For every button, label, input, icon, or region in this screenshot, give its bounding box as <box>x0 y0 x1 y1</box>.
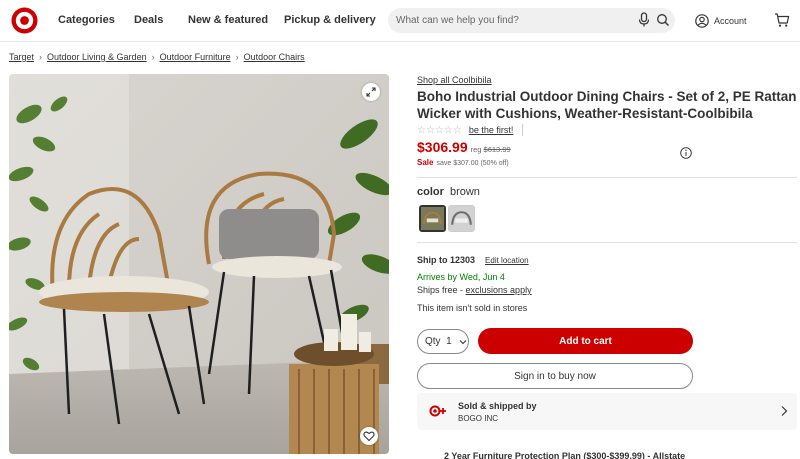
savings-text: save $307.00 (50% off) <box>436 160 509 167</box>
account-button[interactable]: Account <box>695 12 747 30</box>
sale-row: Sale save $307.00 (50% off) <box>417 158 509 167</box>
nav-new-featured[interactable]: New & featured <box>188 14 268 26</box>
divider <box>417 242 797 243</box>
chevron-right-icon <box>781 406 788 416</box>
target-plus-icon <box>429 405 446 417</box>
rating-row: ☆☆☆☆☆ be the first! <box>417 124 524 136</box>
microphone-icon[interactable] <box>637 12 651 28</box>
be-first-review-link[interactable]: be the first! <box>469 125 514 135</box>
chevron-right-icon: › <box>39 52 43 62</box>
info-icon[interactable] <box>680 147 692 159</box>
account-label: Account <box>714 16 747 26</box>
breadcrumb-target[interactable]: Target <box>9 52 34 62</box>
color-label: color <box>417 186 444 198</box>
swatch-brown[interactable] <box>419 205 446 232</box>
breadcrumb-outdoor-chairs[interactable]: Outdoor Chairs <box>244 52 305 62</box>
sign-in-button[interactable]: Sign in to buy now <box>417 363 693 389</box>
ship-to-label: Ship to 12303 <box>417 255 476 265</box>
not-sold-in-stores: This item isn't sold in stores <box>417 303 528 313</box>
protection-plan: 2 Year Furniture Protection Plan ($300-$… <box>444 451 686 459</box>
nav-pickup-delivery[interactable]: Pickup & delivery <box>284 14 376 26</box>
seller-info[interactable]: Sold & shipped by BOGO INC <box>417 393 797 430</box>
target-logo-icon[interactable] <box>11 7 38 34</box>
ship-to-row: Ship to 12303 Edit location <box>417 255 529 265</box>
exclusions-link[interactable]: exclusions apply <box>466 285 532 295</box>
site-header: Categories Deals New & featured Pickup &… <box>0 0 800 42</box>
chevron-right-icon: › <box>151 52 155 62</box>
breadcrumb-outdoor-living[interactable]: Outdoor Living & Garden <box>47 52 147 62</box>
cart-icon[interactable] <box>774 12 790 28</box>
nav-deals[interactable]: Deals <box>134 14 163 26</box>
breadcrumb: Target › Outdoor Living & Garden › Outdo… <box>9 52 305 62</box>
current-price: $306.99 <box>417 139 468 155</box>
ships-free-text: Ships free - <box>417 285 466 295</box>
sale-label: Sale <box>417 158 434 167</box>
breadcrumb-outdoor-furniture[interactable]: Outdoor Furniture <box>160 52 231 62</box>
seller-title: Sold & shipped by <box>458 401 537 411</box>
chevron-right-icon: › <box>235 52 239 62</box>
account-icon <box>695 14 709 28</box>
reg-price-value: $613.99 <box>483 145 511 154</box>
heart-icon[interactable] <box>360 427 378 445</box>
search-icon[interactable] <box>656 12 670 28</box>
product-image[interactable] <box>9 74 389 454</box>
reg-label: reg <box>470 145 482 154</box>
expand-icon[interactable] <box>362 83 380 101</box>
search-bar <box>388 8 675 33</box>
divider <box>522 124 524 136</box>
nav-categories[interactable]: Categories <box>58 14 115 26</box>
divider <box>417 177 797 178</box>
price-row: $306.99 reg $613.99 <box>417 139 511 155</box>
shop-all-link[interactable]: Shop all Coolbibila <box>417 75 492 85</box>
color-row: color brown <box>417 186 480 198</box>
product-title: Boho Industrial Outdoor Dining Chairs - … <box>417 89 797 121</box>
swatch-gray[interactable] <box>448 205 475 232</box>
quantity-select[interactable]: Qty 1 <box>417 329 469 354</box>
arrives-by: Arrives by Wed, Jun 4 <box>417 272 505 282</box>
search-input[interactable] <box>396 12 636 29</box>
color-value: brown <box>449 186 480 198</box>
qty-value: 1 <box>446 336 452 347</box>
edit-location-link[interactable]: Edit location <box>485 256 529 265</box>
seller-name: BOGO INC <box>458 414 499 423</box>
star-rating: ☆☆☆☆☆ <box>417 124 462 136</box>
ships-free: Ships free - exclusions apply <box>417 285 532 295</box>
chevron-down-icon <box>459 339 467 344</box>
add-to-cart-button[interactable]: Add to cart <box>478 328 693 354</box>
regular-price: reg $613.99 <box>471 145 511 154</box>
qty-label: Qty <box>425 336 441 347</box>
